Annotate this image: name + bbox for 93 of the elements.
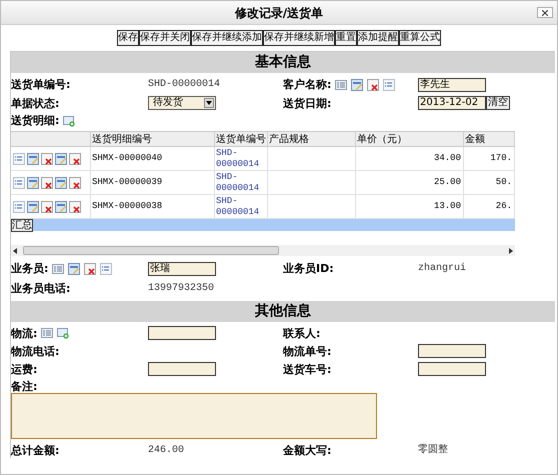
input-field[interactable] — [148, 362, 216, 376]
column-header: 单价（元） — [357, 134, 407, 145]
edit-icon[interactable] — [55, 200, 67, 212]
list-icon[interactable] — [41, 327, 54, 339]
table-cell: 50. — [496, 177, 512, 188]
column-header: 送货单编号 — [216, 134, 266, 145]
toolbar-button[interactable]: 保存并继续新增 — [263, 30, 335, 46]
list-icon[interactable] — [52, 262, 64, 274]
input-field[interactable] — [418, 362, 486, 376]
field-label: 客户名称: — [283, 78, 332, 91]
field-label: 业务员电话: — [11, 282, 70, 295]
list-icon[interactable] — [383, 78, 396, 90]
toolbar-button[interactable]: 保存并继续添加 — [191, 30, 263, 46]
table-cell: 13.00 — [434, 201, 461, 212]
date-field[interactable]: 2013-12-02 — [418, 96, 486, 110]
input-field[interactable]: 张瑞 — [148, 262, 216, 276]
delete-icon[interactable] — [69, 152, 81, 164]
field-label: 送货明细: — [11, 114, 60, 127]
field-label: 备注: — [11, 380, 38, 393]
order-link[interactable]: SHD-00000014 — [216, 148, 267, 170]
field-label: 送货日期: — [283, 96, 332, 110]
edit-icon[interactable] — [55, 176, 67, 188]
remark-field[interactable] — [11, 393, 377, 439]
input-field[interactable]: 李先生 — [418, 78, 486, 92]
field-value: 246.00 — [148, 444, 184, 458]
left-arrow-icon[interactable] — [13, 248, 17, 254]
delete-icon[interactable] — [69, 176, 81, 188]
close-button[interactable] — [537, 7, 553, 18]
delete-icon[interactable] — [84, 262, 96, 274]
field-value: SHD-00000014 — [148, 78, 220, 92]
delete-icon[interactable] — [41, 152, 53, 164]
edit-icon[interactable] — [27, 200, 39, 212]
order-link[interactable]: SHD-00000014 — [216, 172, 267, 194]
edit-icon[interactable] — [27, 176, 39, 188]
summary-label: 汇总 — [11, 218, 33, 232]
list-icon[interactable] — [100, 262, 112, 274]
field-value: zhangrui — [418, 262, 466, 276]
list-icon[interactable] — [335, 78, 348, 90]
close-icon[interactable] — [542, 10, 548, 16]
field-label: 运费: — [11, 362, 38, 376]
list-icon[interactable] — [13, 176, 25, 188]
table-cell: SHMX-00000039 — [92, 177, 162, 188]
toolbar-button[interactable]: 重算公式 — [399, 30, 441, 46]
field-label: 物流电话: — [11, 344, 60, 358]
list-icon[interactable] — [13, 200, 25, 212]
field-label: 送货车号: — [283, 362, 332, 376]
table-cell: 26. — [496, 201, 512, 212]
field-value: 零圆整 — [418, 443, 448, 458]
field-label: 物流单号: — [283, 344, 332, 358]
delete-icon[interactable] — [367, 78, 380, 90]
delete-icon[interactable] — [69, 200, 81, 212]
delete-icon[interactable] — [41, 176, 53, 188]
order-link[interactable]: SHD-00000014 — [216, 196, 267, 218]
right-arrow-icon[interactable] — [509, 248, 513, 254]
field-label: 物流: — [11, 326, 38, 340]
add-icon[interactable] — [63, 114, 76, 126]
table-cell: 25.00 — [434, 177, 461, 188]
list-icon[interactable] — [13, 152, 25, 164]
window-title: 修改记录/送货单 — [234, 4, 324, 22]
edit-icon[interactable] — [27, 152, 39, 164]
scrollbar-thumb[interactable] — [23, 246, 279, 255]
field-label: 金额大写: — [283, 444, 332, 457]
delete-icon[interactable] — [41, 200, 53, 212]
field-value: 13997932350 — [148, 282, 214, 296]
table-cell: SHMX-00000040 — [92, 153, 162, 164]
caret-icon[interactable] — [204, 98, 214, 108]
edit-icon[interactable] — [351, 78, 364, 90]
toolbar-button[interactable]: 保存 — [117, 30, 139, 46]
input-field[interactable] — [148, 326, 216, 340]
status-dropdown[interactable]: 待发货 — [148, 96, 216, 110]
column-header: 产品规格 — [269, 134, 309, 145]
field-label: 送货单编号: — [11, 78, 70, 91]
toolbar-button[interactable]: 添加提醒 — [357, 30, 399, 46]
field-label: 业务员: — [11, 262, 48, 275]
edit-icon[interactable] — [68, 262, 80, 274]
field-label: 联系人: — [283, 326, 320, 340]
section-title: 其他信息 — [255, 302, 311, 321]
section-title: 基本信息 — [255, 53, 311, 72]
table-cell: SHMX-00000038 — [92, 201, 162, 212]
clear-button[interactable]: 清空 — [486, 96, 510, 110]
column-header: 金额 — [465, 134, 485, 145]
input-field[interactable] — [418, 344, 486, 358]
field-label: 总计金额: — [11, 444, 60, 457]
field-label: 单据状态: — [11, 96, 60, 110]
add-icon[interactable] — [57, 327, 70, 339]
horizontal-scrollbar[interactable] — [11, 245, 515, 256]
toolbar-button[interactable]: 重置 — [335, 30, 357, 46]
table-cell: 34.00 — [434, 153, 461, 164]
column-header: 送货明细编号 — [92, 134, 152, 145]
edit-icon[interactable] — [55, 152, 67, 164]
field-label: 业务员ID: — [283, 262, 334, 275]
table-cell: 170. — [490, 153, 512, 164]
toolbar-button[interactable]: 保存并关闭 — [139, 30, 191, 46]
